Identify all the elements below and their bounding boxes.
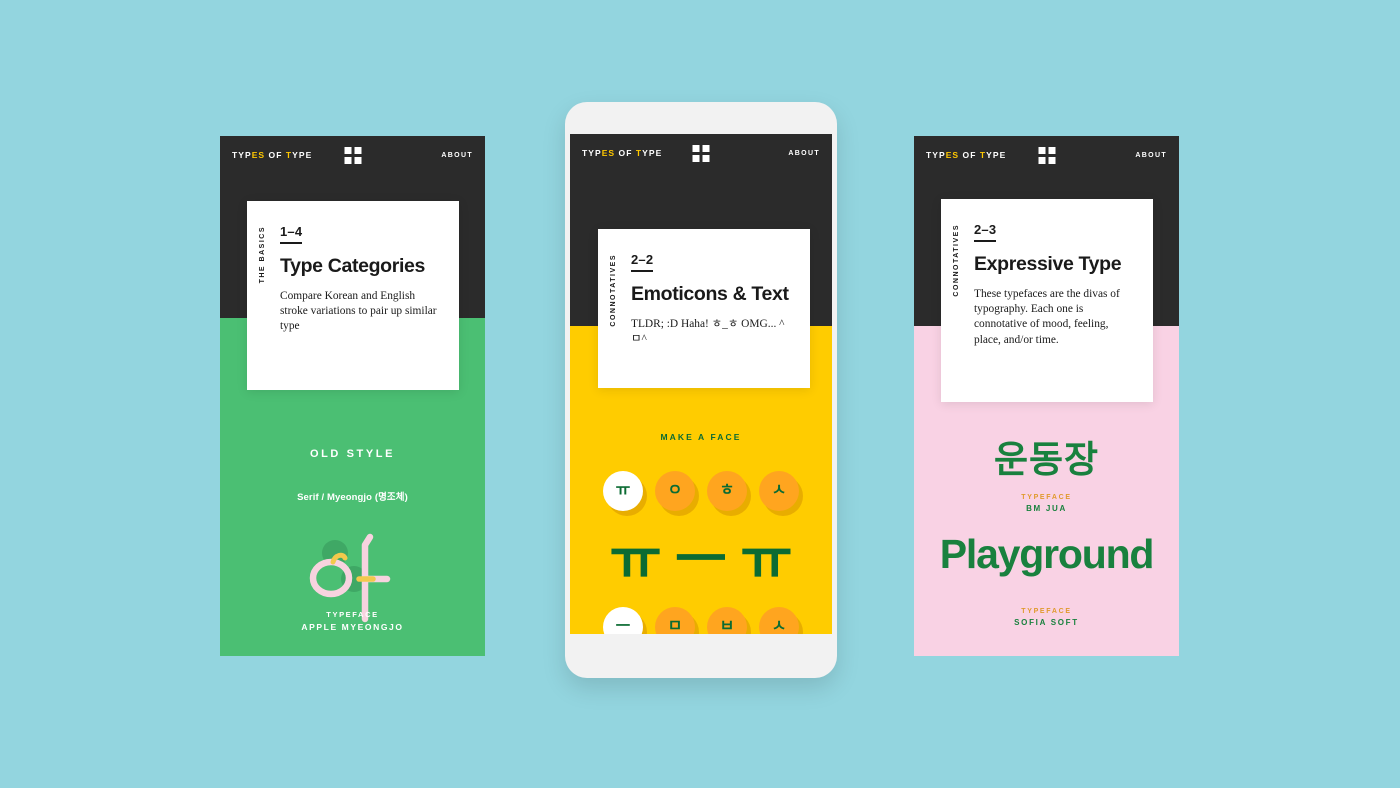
app-header-2: TYPES OF TYPE ABOUT <box>570 134 832 172</box>
card-number: 2–3 <box>974 222 997 242</box>
typeface-name: APPLE MYEONGJO <box>301 621 404 632</box>
card-title: Type Categories <box>280 255 426 277</box>
app-logo[interactable]: TYPES OF TYPE <box>582 148 662 158</box>
eye-key-3[interactable]: ㅅ <box>759 471 799 511</box>
face-part-mouth: ㅡ <box>674 527 728 592</box>
app-header-1: TYPES OF TYPE ABOUT <box>220 136 485 174</box>
phone-2-screen: TYPES OF TYPE ABOUT CONNOTATIVES 2–2 Emo… <box>570 134 832 634</box>
eye-key-1[interactable]: ㅇ <box>655 471 695 511</box>
info-card-3: CONNOTATIVES 2–3 Expressive Type These t… <box>941 199 1153 402</box>
face-part-right: ㅠ <box>740 527 793 592</box>
about-link[interactable]: ABOUT <box>788 150 820 157</box>
card-title: Emoticons & Text <box>631 283 789 305</box>
mouth-key-1[interactable]: ㅁ <box>655 607 695 634</box>
category-subtitle: Serif / Myeongjo (명조체) <box>297 492 408 503</box>
phone-mockup-3: TYPES OF TYPE ABOUT CONNOTATIVES 2–3 Exp… <box>914 136 1179 656</box>
mouth-key-0[interactable]: ㅡ <box>603 607 643 634</box>
typeface-name: BM JUA <box>1026 504 1067 514</box>
eye-key-row: ㅠ ㅇ ㅎ ㅅ <box>570 471 832 511</box>
phone-mockup-2: TYPES OF TYPE ABOUT CONNOTATIVES 2–2 Emo… <box>565 102 837 678</box>
card-section-label: CONNOTATIVES <box>610 254 617 327</box>
face-part-left: ㅠ <box>609 527 662 592</box>
typeface-credit-bm-jua: TYPEFACE BM JUA <box>914 492 1179 516</box>
about-link[interactable]: ABOUT <box>441 152 473 159</box>
typeface-credit-1: TYPEFACE APPLE MYEONGJO <box>220 609 485 634</box>
mouth-key-row: ㅡ ㅁ ㅂ ㅅ <box>570 607 832 634</box>
canvas: TYPES OF TYPE ABOUT THE BASICS 1–4 Type … <box>0 0 1400 788</box>
grid-2x2-icon[interactable] <box>344 146 361 164</box>
mouth-key-3[interactable]: ㅅ <box>759 607 799 634</box>
card-description: These typefaces are the divas of typogra… <box>974 288 1120 346</box>
info-card-1: THE BASICS 1–4 Type Categories Compare K… <box>247 201 459 390</box>
card-section-label: THE BASICS <box>259 226 266 284</box>
grid-2x2-icon[interactable] <box>1038 146 1055 164</box>
eye-key-0[interactable]: ㅠ <box>603 471 643 511</box>
app-header-3: TYPES OF TYPE ABOUT <box>914 136 1179 174</box>
app-logo[interactable]: TYPES OF TYPE <box>232 150 312 160</box>
card-description: Compare Korean and English stroke variat… <box>280 290 437 333</box>
typeface-name: SOFIA SOFT <box>1014 618 1079 628</box>
make-a-face-label: MAKE A FACE <box>660 432 742 442</box>
card-title: Expressive Type <box>974 253 1122 275</box>
category-kicker: OLD STYLE <box>309 448 396 460</box>
hangul-specimen: 운동장 <box>993 439 1100 480</box>
card-description: TLDR; :D Haha! ㅎ_ㅎ OMG... ^ㅁ^ <box>631 318 785 346</box>
mouth-key-2[interactable]: ㅂ <box>707 607 747 634</box>
typeface-credit-sofia-soft: TYPEFACE SOFIA SOFT <box>914 606 1179 630</box>
card-section-label: CONNOTATIVES <box>953 224 960 297</box>
typeface-label: TYPEFACE <box>1021 608 1072 615</box>
latin-specimen: Playground <box>939 531 1155 577</box>
grid-2x2-icon[interactable] <box>692 144 710 162</box>
typeface-label: TYPEFACE <box>1021 494 1072 501</box>
about-link[interactable]: ABOUT <box>1135 152 1167 159</box>
card-number: 1–4 <box>280 224 303 244</box>
phone-mockup-1: TYPES OF TYPE ABOUT THE BASICS 1–4 Type … <box>220 136 485 656</box>
card-number: 2–2 <box>631 252 654 272</box>
face-preview: ㅠ ㅡ ㅠ <box>570 524 832 596</box>
eye-key-2[interactable]: ㅎ <box>707 471 747 511</box>
app-logo[interactable]: TYPES OF TYPE <box>926 150 1006 160</box>
typeface-label: TYPEFACE <box>326 610 379 619</box>
info-card-2: CONNOTATIVES 2–2 Emoticons & Text TLDR; … <box>598 229 810 388</box>
